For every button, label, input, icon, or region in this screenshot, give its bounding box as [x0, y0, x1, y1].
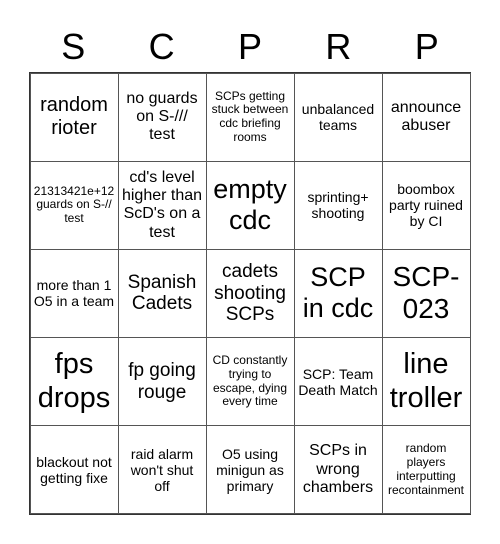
bingo-cell[interactable]: boombox party ruined by CI	[381, 160, 471, 250]
bingo-cell[interactable]: SCP-023	[381, 248, 471, 339]
bingo-cell[interactable]: blackout not getting fixe	[29, 425, 119, 515]
bingo-cell[interactable]: O5 using minigun as primary	[205, 425, 295, 515]
header-letter: P	[237, 26, 262, 67]
bingo-cell[interactable]: raid alarm won't shut off	[117, 425, 207, 515]
bingo-cell[interactable]: sprinting+ shooting	[293, 160, 383, 250]
bingo-cell[interactable]: 21313421e+12 guards on S-// test	[29, 160, 119, 250]
bingo-cell[interactable]: empty cdc	[205, 160, 295, 250]
bingo-cell[interactable]: more than 1 O5 in a team	[29, 248, 119, 339]
bingo-cell[interactable]: random players interputting recontainmen…	[381, 425, 471, 515]
bingo-cell[interactable]: announce abuser	[381, 72, 471, 162]
bingo-cell[interactable]: line troller	[381, 337, 471, 427]
bingo-cell[interactable]: CD constantly trying to escape, dying ev…	[205, 337, 295, 427]
bingo-cell[interactable]: SCP: Team Death Match	[293, 337, 383, 427]
header-letter: C	[148, 26, 175, 67]
bingo-board: random rioter no guards on S-/// test SC…	[29, 72, 471, 515]
bingo-header: S C P R P	[29, 22, 471, 72]
bingo-cell[interactable]: no guards on S-/// test	[117, 72, 207, 162]
bingo-cell[interactable]: unbalanced teams	[293, 72, 383, 162]
header-letter: P	[414, 26, 439, 67]
bingo-cell[interactable]: cadets shooting SCPs	[205, 248, 295, 339]
bingo-cell[interactable]: SCPs getting stuck between cdc briefing …	[205, 72, 295, 162]
bingo-cell[interactable]: fps drops	[29, 337, 119, 427]
header-letter: S	[61, 26, 86, 67]
bingo-cell[interactable]: cd's level higher than ScD's on a test	[117, 160, 207, 250]
bingo-cell[interactable]: SCPs in wrong chambers	[293, 425, 383, 515]
bingo-cell[interactable]: fp going rouge	[117, 337, 207, 427]
header-letter: R	[325, 26, 352, 67]
bingo-cell[interactable]: SCP in cdc	[293, 248, 383, 339]
bingo-cell[interactable]: random rioter	[29, 72, 119, 162]
bingo-cell[interactable]: Spanish Cadets	[117, 248, 207, 339]
